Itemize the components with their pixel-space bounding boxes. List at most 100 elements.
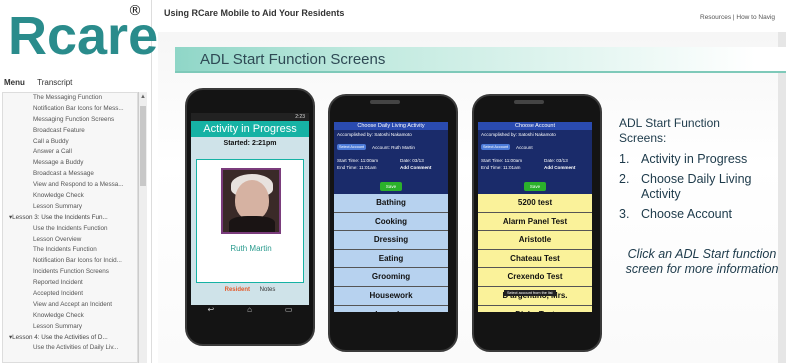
- page-title: Using RCare Mobile to Aid Your Residents: [164, 8, 345, 18]
- start-time: Start Time: 11:00am: [481, 158, 523, 163]
- outline-item[interactable]: Lesson Summary: [3, 322, 137, 333]
- outline-section[interactable]: Lesson 3: Use the Incidents Fun...: [3, 213, 137, 224]
- select-account-button[interactable]: Select Account: [481, 144, 511, 150]
- outline-item[interactable]: Lesson Summary: [3, 202, 137, 213]
- account-item[interactable]: Chateau Test: [478, 250, 592, 269]
- phone2-screen[interactable]: Choose Daily Living Activity Accomplishe…: [334, 122, 448, 312]
- tooltip: Select account from the list: [504, 290, 556, 296]
- phone1-started: Started: 2:21pm: [223, 140, 277, 147]
- account-item[interactable]: Dicks Test: [478, 306, 592, 312]
- phone2-info-panel: Accomplished by: Satoshi Nakamoto Select…: [334, 130, 448, 180]
- outline-item[interactable]: Knowledge Check: [3, 311, 137, 322]
- activity-item[interactable]: Dressing: [334, 231, 448, 250]
- activity-item[interactable]: Cooking: [334, 213, 448, 232]
- resident-name: Ruth Martin: [230, 244, 272, 253]
- activity-item[interactable]: Bathing: [334, 194, 448, 213]
- sidebar: Rcare ® Menu Transcript The Messaging Fu…: [0, 0, 158, 363]
- course-outline: The Messaging Function Notification Bar I…: [2, 92, 138, 363]
- account-item[interactable]: Crexendo Test: [478, 268, 592, 287]
- save-button[interactable]: Save: [524, 182, 546, 191]
- add-comment[interactable]: Add Comment: [544, 165, 575, 170]
- list-text: Choose Daily Living Activity: [641, 171, 752, 202]
- add-comment[interactable]: Add Comment: [400, 165, 431, 170]
- right-heading: ADL Start Function Screens:: [619, 116, 720, 145]
- list-number: 3.: [619, 206, 630, 221]
- outline-item[interactable]: Use the Activities of Daily Liv...: [3, 343, 137, 354]
- list-text: Choose Account: [641, 206, 733, 221]
- screens-list-item[interactable]: 1. Activity in Progress: [619, 152, 786, 168]
- end-time: End Time: 11:01am: [481, 165, 521, 170]
- tab-resident[interactable]: Resident: [225, 287, 250, 293]
- outline-item[interactable]: Messaging Function Screens: [3, 115, 137, 126]
- resident-photo: [221, 168, 281, 234]
- list-number: 2.: [619, 171, 630, 186]
- outline-item[interactable]: View and Respond to a Messa...: [3, 180, 137, 191]
- save-button[interactable]: Save: [380, 182, 402, 191]
- resident-card: Ruth Martin: [196, 159, 304, 283]
- phone1-heading: Activity in Progress: [191, 121, 309, 137]
- account-label: Account: Ruth Martin: [372, 145, 415, 150]
- screens-list-item[interactable]: 3. Choose Account: [619, 207, 786, 223]
- phone1-nav-bar: ↩ ⌂ ▭: [191, 305, 309, 317]
- sidebar-tabs: Menu Transcript: [0, 78, 152, 92]
- screens-list: 1. Activity in Progress 2. Choose Daily Liv…: [619, 152, 786, 226]
- phone2-speaker: [370, 100, 400, 104]
- photo-face: [235, 180, 269, 220]
- phone1-screen[interactable]: 2:23 Activity in Progress Started: 2:21p…: [191, 113, 309, 305]
- tab-notes[interactable]: Notes: [260, 287, 276, 293]
- accomplished-by: Accomplished by: Satoshi Nakamoto: [481, 132, 556, 137]
- date: Date: 03/13: [400, 158, 424, 163]
- outline-item[interactable]: Use the Incidents Function: [3, 224, 137, 235]
- registered-mark: ®: [128, 3, 142, 19]
- outline-item[interactable]: Reported Incident: [3, 278, 137, 289]
- phone3-header: Choose Account: [478, 122, 592, 130]
- start-time: Start Time: 11:00am: [337, 158, 379, 163]
- end-time: End Time: 11:01am: [337, 165, 377, 170]
- activity-item[interactable]: Grooming: [334, 268, 448, 287]
- outline-item[interactable]: View and Accept an Incident: [3, 300, 137, 311]
- outline-item[interactable]: Accepted Incident: [3, 289, 137, 300]
- list-number: 1.: [619, 152, 630, 166]
- screens-list-item[interactable]: 2. Choose Daily Living Activity: [619, 172, 786, 203]
- phone1-tabs: Resident Notes: [191, 287, 309, 293]
- outline-item[interactable]: Knowledge Check: [3, 191, 137, 202]
- phone1-status-bar: 2:23: [191, 113, 309, 121]
- activity-item[interactable]: Housework: [334, 287, 448, 306]
- select-account-button[interactable]: Select Account: [337, 144, 367, 150]
- outline-item[interactable]: The Messaging Function: [3, 93, 137, 104]
- photo-shoulders: [229, 216, 275, 232]
- outline-item[interactable]: Message a Buddy: [3, 158, 137, 169]
- outline-scrollbar[interactable]: ▲: [138, 92, 147, 363]
- outline-item[interactable]: Call a Buddy: [3, 137, 137, 148]
- outline-item[interactable]: The Incidents Function: [3, 245, 137, 256]
- outline-item[interactable]: Answer a Call: [3, 147, 137, 158]
- scroll-thumb[interactable]: [140, 106, 146, 186]
- slide-title: ADL Start Function Screens: [200, 51, 386, 68]
- outline-item[interactable]: Incidents Function Screens: [3, 267, 137, 278]
- tab-transcript[interactable]: Transcript: [37, 78, 72, 87]
- phone3-screen[interactable]: Choose Account Accomplished by: Satoshi …: [478, 122, 592, 312]
- click-hint: Click an ADL Start function screen for m…: [625, 247, 779, 276]
- phone3-info-panel: Accomplished by: Satoshi Nakamoto Select…: [478, 130, 592, 180]
- phone2-save-row: Save: [334, 180, 448, 194]
- account-item[interactable]: Aristotle: [478, 231, 592, 250]
- outline-section[interactable]: Lesson 4: Use the Activities of D...: [3, 333, 137, 344]
- top-links[interactable]: Resources | How to Navig: [700, 14, 775, 21]
- outline-item[interactable]: Lesson Overview: [3, 235, 137, 246]
- outline-item[interactable]: Broadcast Feature: [3, 126, 137, 137]
- activity-item[interactable]: Eating: [334, 250, 448, 269]
- home-icon: ⌂: [247, 305, 252, 314]
- outline-item[interactable]: Notification Bar Icons for Incid...: [3, 256, 137, 267]
- account-item[interactable]: 5200 test: [478, 194, 592, 213]
- accomplished-by: Accomplished by: Satoshi Nakamoto: [337, 132, 412, 137]
- activity-item[interactable]: Laundry: [334, 306, 448, 312]
- account-label: Account: [516, 145, 533, 150]
- outline-item[interactable]: Notification Bar Icons for Mess...: [3, 104, 137, 115]
- list-text: Activity in Progress: [641, 152, 748, 166]
- scroll-up-icon[interactable]: ▲: [140, 94, 146, 100]
- recent-apps-icon: ▭: [284, 305, 293, 314]
- outline-item[interactable]: Broadcast a Message: [3, 169, 137, 180]
- phone2-header: Choose Daily Living Activity: [334, 122, 448, 130]
- tab-menu[interactable]: Menu: [4, 78, 25, 87]
- account-item[interactable]: Alarm Panel Test: [478, 213, 592, 232]
